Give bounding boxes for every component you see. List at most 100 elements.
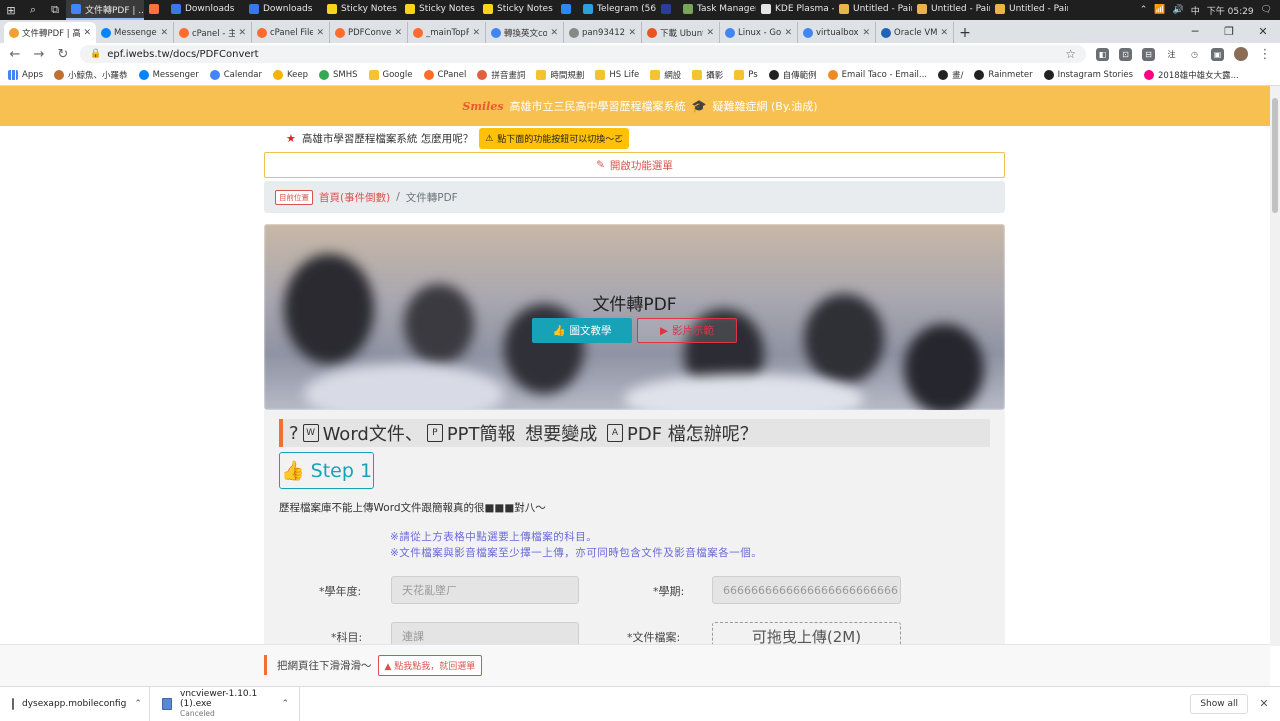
browser-tab[interactable]: cPanel File Ma✕: [252, 22, 330, 43]
chevron-up-icon[interactable]: ⌃: [281, 699, 299, 709]
taskbar-app[interactable]: Task Manager: [678, 0, 756, 20]
taskbar-app[interactable]: Sticky Notes: [322, 0, 400, 20]
download-item[interactable]: dysexapp.mobileconfig ⌃: [0, 686, 150, 721]
bookmark-item[interactable]: Messenger: [138, 70, 199, 80]
close-window-button[interactable]: ✕: [1246, 20, 1280, 43]
bookmark-item[interactable]: Email Taco - Email...: [827, 70, 927, 80]
profile-avatar[interactable]: [1234, 47, 1248, 61]
bookmark-item[interactable]: 拼音畫詞: [477, 69, 525, 81]
volume-icon[interactable]: 🔊: [1173, 5, 1184, 15]
bookmark-item[interactable]: 畫/: [937, 69, 963, 81]
taskbar-app[interactable]: Downloads: [244, 0, 322, 20]
bookmark-item[interactable]: Instagram Stories: [1043, 70, 1133, 80]
page-scrollbar[interactable]: [1270, 86, 1280, 646]
taskbar-app[interactable]: Untitled - Paint: [834, 0, 912, 20]
extension-icon[interactable]: ▣: [1211, 47, 1224, 61]
taskbar-app[interactable]: Downloads: [166, 0, 244, 20]
show-all-button[interactable]: Show all: [1190, 693, 1248, 714]
bookmark-item[interactable]: Google: [368, 70, 413, 80]
browser-tab[interactable]: PDFConvert.ph✕: [330, 22, 408, 43]
browser-tab[interactable]: _mainTopR.ph✕: [408, 22, 486, 43]
close-tab-icon[interactable]: ✕: [238, 28, 246, 38]
extension-icon[interactable]: ◧: [1096, 47, 1109, 61]
new-tab-button[interactable]: +: [954, 22, 976, 43]
browser-tab[interactable]: pan93412.dec✕: [564, 22, 642, 43]
close-tab-icon[interactable]: ✕: [550, 28, 558, 38]
taskbar-app[interactable]: [556, 0, 578, 20]
start-icon[interactable]: ⊞: [0, 0, 22, 20]
browser-tab[interactable]: cPanel - 主要✕: [174, 22, 252, 43]
bookmark-item[interactable]: 時間規劃: [536, 69, 584, 81]
taskbar-app[interactable]: [144, 0, 166, 20]
browser-tab[interactable]: Oracle VM Vir✕: [876, 22, 954, 43]
bookmark-item[interactable]: 攝影: [692, 69, 723, 81]
close-tab-icon[interactable]: ✕: [862, 28, 870, 38]
bookmark-item[interactable]: SMHS: [318, 70, 358, 80]
browser-tab[interactable]: 下載 Ubuntu |✕: [642, 22, 720, 43]
back-button[interactable]: ←: [8, 47, 22, 62]
download-item[interactable]: vncviewer-1.10.1 (1).exe Canceled ⌃: [150, 686, 300, 721]
bookmark-item[interactable]: 小鯨魚、小羅恭: [54, 69, 128, 81]
extension-icon[interactable]: ◷: [1188, 47, 1201, 61]
open-menu-button[interactable]: ✎ 開啟功能選單: [264, 152, 1005, 178]
bookmark-item[interactable]: Keep: [272, 70, 308, 80]
bookmark-item[interactable]: Ps: [734, 70, 758, 80]
extension-icon[interactable]: ⊟: [1142, 47, 1155, 61]
tutorial-button[interactable]: 👍 圖文教學: [532, 318, 632, 343]
bookmark-item[interactable]: Calendar: [209, 70, 262, 80]
year-input[interactable]: 天花亂墜ㄏ: [391, 576, 579, 604]
close-download-shelf-icon[interactable]: ✕: [1248, 697, 1280, 710]
maximize-button[interactable]: ❐: [1212, 20, 1246, 43]
video-demo-button[interactable]: ▶ 影片示範: [637, 318, 737, 343]
url-text[interactable]: epf.iwebs.tw/docs/PDFConvert: [107, 49, 258, 60]
term-input[interactable]: 6666666666666666666666666: [712, 576, 901, 604]
close-tab-icon[interactable]: ✕: [784, 28, 792, 38]
close-tab-icon[interactable]: ✕: [940, 28, 948, 38]
bookmark-item[interactable]: CPanel: [423, 70, 466, 80]
lock-icon[interactable]: 🔒: [90, 49, 101, 59]
close-tab-icon[interactable]: ✕: [394, 28, 402, 38]
taskbar-app[interactable]: Untitled - Paint: [990, 0, 1068, 20]
forward-button[interactable]: →: [32, 47, 46, 62]
task-view-icon[interactable]: ⧉: [44, 0, 66, 20]
reload-button[interactable]: ↻: [56, 47, 70, 62]
close-tab-icon[interactable]: ✕: [472, 28, 480, 38]
minimize-button[interactable]: ─: [1178, 20, 1212, 43]
back-to-menu-button[interactable]: ▲ 點我點我，就回選單: [377, 654, 483, 676]
bookmark-item[interactable]: 2018雄中雄女大露...: [1144, 69, 1239, 81]
bookmark-item[interactable]: 網設: [650, 69, 681, 81]
breadcrumb-home-link[interactable]: 首頁(事件倒數): [319, 190, 390, 205]
browser-tab[interactable]: Messenger ✕: [96, 22, 174, 43]
close-tab-icon[interactable]: ✕: [628, 28, 636, 38]
bookmark-item[interactable]: Apps: [8, 70, 43, 80]
taskbar-app[interactable]: Sticky Notes: [478, 0, 556, 20]
ime-indicator[interactable]: 中: [1191, 4, 1200, 17]
chevron-up-icon[interactable]: ⌃: [1140, 5, 1148, 15]
menu-dots-icon[interactable]: ⋮: [1258, 47, 1272, 62]
site-logo[interactable]: Smiles: [462, 100, 503, 113]
browser-tab[interactable]: 轉換英文conv✕: [486, 22, 564, 43]
taskbar-app[interactable]: Telegram (564...: [578, 0, 656, 20]
browser-tab[interactable]: virtualbox vm✕: [798, 22, 876, 43]
extension-icon[interactable]: ⊡: [1119, 47, 1132, 61]
taskbar-app[interactable]: 文件轉PDF | ...: [66, 0, 144, 20]
close-tab-icon[interactable]: ✕: [316, 28, 324, 38]
help-tip-badge[interactable]: ⚠ 點下面的功能按鈕可以切換～ㄛ: [479, 128, 630, 149]
taskbar-app[interactable]: Sticky Notes: [400, 0, 478, 20]
close-tab-icon[interactable]: ✕: [83, 28, 91, 38]
bookmark-item[interactable]: Rainmeter: [974, 70, 1033, 80]
scrollbar-thumb[interactable]: [1272, 98, 1278, 213]
network-icon[interactable]: 📶: [1154, 5, 1165, 15]
browser-tab[interactable]: 文件轉PDF | 高 ✕: [4, 22, 96, 43]
search-icon[interactable]: ⌕: [22, 0, 44, 20]
taskbar-app[interactable]: [656, 0, 678, 20]
bookmark-item[interactable]: HS Life: [595, 70, 639, 80]
browser-tab[interactable]: Linux - Googl✕: [720, 22, 798, 43]
close-tab-icon[interactable]: ✕: [160, 28, 168, 38]
address-bar[interactable]: 🔒 epf.iwebs.tw/docs/PDFConvert ☆: [80, 45, 1086, 63]
extension-icon[interactable]: 注: [1165, 47, 1178, 61]
bookmark-star-icon[interactable]: ☆: [1065, 47, 1076, 61]
notification-icon[interactable]: 🗨: [1261, 5, 1272, 15]
taskbar-app[interactable]: Untitled - Paint: [912, 0, 990, 20]
close-tab-icon[interactable]: ✕: [706, 28, 714, 38]
